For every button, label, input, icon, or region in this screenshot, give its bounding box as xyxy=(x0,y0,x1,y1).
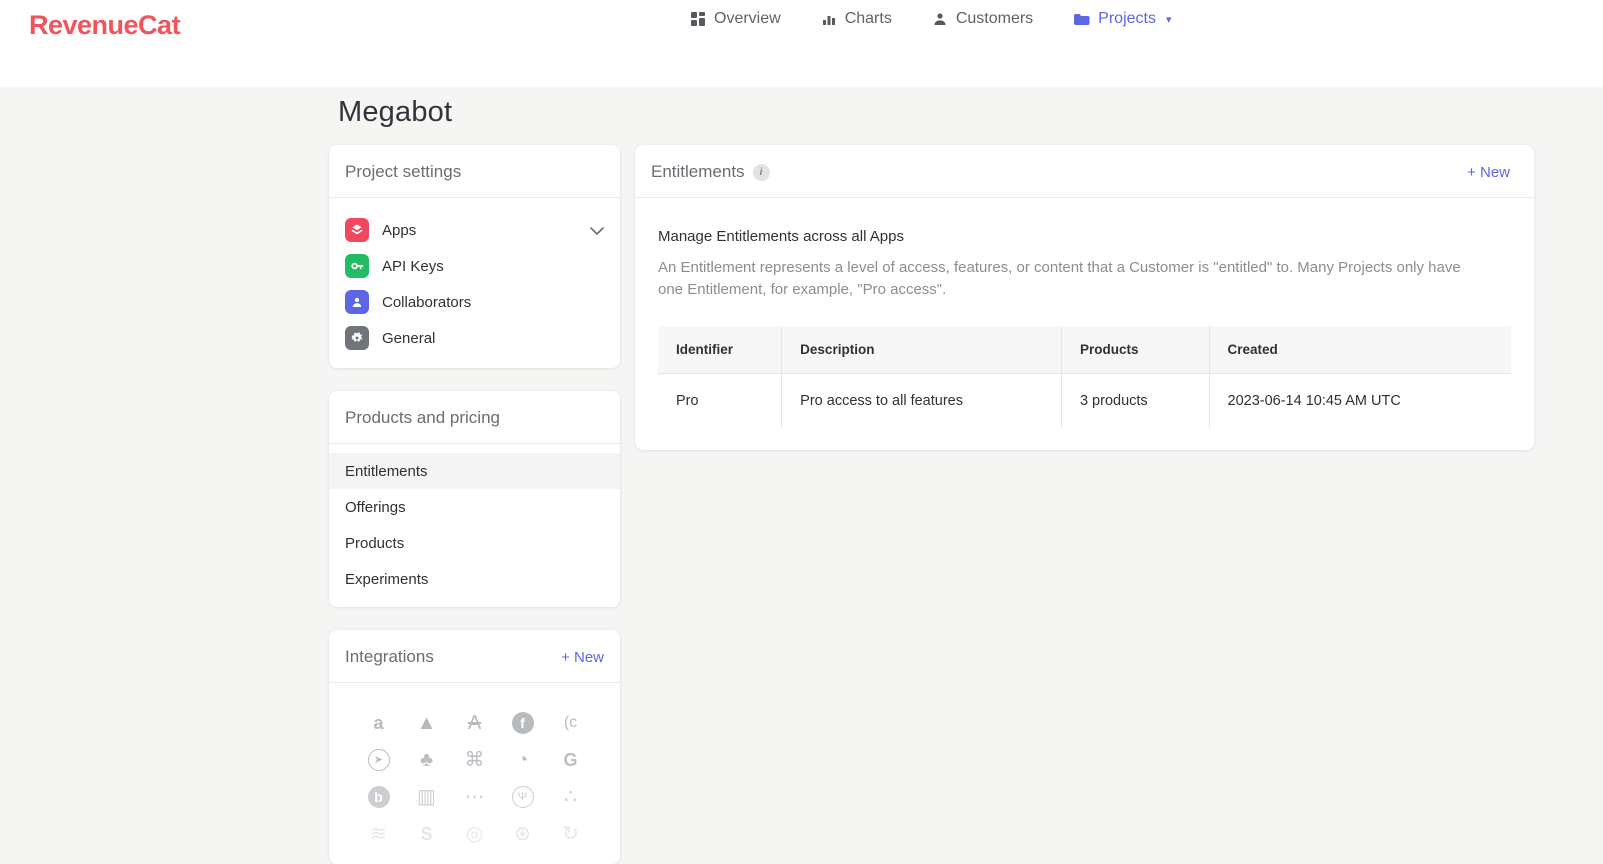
nav-customers-label: Customers xyxy=(955,10,1034,27)
project-settings-title: Project settings xyxy=(345,162,462,181)
integration-icon-intercom: ▥ xyxy=(417,786,436,808)
nav-overview[interactable]: Overview xyxy=(690,10,781,28)
entitlements-new-button[interactable]: + New xyxy=(1467,164,1518,181)
sidebar-item-apps[interactable]: Apps xyxy=(329,212,620,248)
integration-icon-branch: Ψ xyxy=(499,785,547,809)
entitlements-table: Identifier Description Products Created … xyxy=(658,325,1511,428)
integrations-card: Integrations + New a ▲ A f (c ➤ ♣ ⌘ ◔ G … xyxy=(329,630,620,864)
main-nav: Overview Charts Customers Projects ▾ xyxy=(690,10,1172,28)
table-header-row: Identifier Description Products Created xyxy=(658,325,1511,374)
integration-icon-adjust: A xyxy=(467,712,482,734)
integrations-new-button[interactable]: + New xyxy=(561,649,604,666)
caret-down-icon: ▾ xyxy=(1165,13,1172,26)
integration-icon-facebook: f xyxy=(499,711,547,735)
integration-icon-airship: ▲ xyxy=(416,712,437,734)
integration-icon-target: ◎ xyxy=(465,823,484,845)
chevron-down-icon[interactable] xyxy=(590,222,604,239)
nav-overview-label: Overview xyxy=(714,10,781,27)
integration-icon-spiral: ⊛ xyxy=(514,823,531,845)
nav-charts[interactable]: Charts xyxy=(821,10,892,28)
sidebar-item-general[interactable]: General xyxy=(329,320,620,356)
sidebar-item-offerings[interactable]: Offerings xyxy=(329,489,620,525)
entitlements-body: Manage Entitlements across all Apps An E… xyxy=(635,198,1534,450)
entitlements-description: An Entitlement represents a level of acc… xyxy=(658,259,1461,298)
integration-icon-onesignal: ◔ xyxy=(516,749,529,771)
integrations-grid: a ▲ A f (c ➤ ♣ ⌘ ◔ G b ▥ ⋯ Ψ ∴ ≋ S ◎ ⊛ ↻ xyxy=(329,683,620,846)
project-settings-list: Apps API Keys Collaborators General xyxy=(329,198,620,368)
sidebar-item-label: API Keys xyxy=(382,257,444,275)
top-header: RevenueCat Overview Charts Customers Pro… xyxy=(0,0,1603,87)
integration-icon-refresh: ↻ xyxy=(562,823,579,845)
products-pricing-card: Products and pricing Entitlements Offeri… xyxy=(329,391,620,607)
column-header-description: Description xyxy=(781,325,1062,374)
sidebar-item-label: Collaborators xyxy=(382,293,472,311)
integration-icon-molecule: ∴ xyxy=(564,786,577,808)
column-header-products: Products xyxy=(1060,325,1210,374)
project-settings-card: Project settings Apps API Keys Collabora… xyxy=(329,145,620,368)
nav-projects-label: Projects xyxy=(1098,10,1156,27)
nav-customers[interactable]: Customers xyxy=(932,10,1033,28)
entitlements-title: Entitlements xyxy=(651,162,745,181)
products-pricing-title: Products and pricing xyxy=(345,408,500,427)
cell-description: Pro access to all features xyxy=(781,373,1062,428)
entitlements-panel: Entitlements i + New Manage Entitlements… xyxy=(635,145,1534,450)
sidebar-item-collaborators[interactable]: Collaborators xyxy=(329,284,620,320)
bar-chart-icon xyxy=(821,11,837,27)
integration-icon-segment: S xyxy=(420,824,433,844)
integration-icon-braze: b xyxy=(355,785,403,809)
apps-icon xyxy=(345,218,369,242)
integration-icon-clevertap: (c xyxy=(563,714,578,731)
page-title: Megabot xyxy=(338,96,453,128)
cell-created: 2023-06-14 10:45 AM UTC xyxy=(1208,373,1511,428)
left-sidebar: Project settings Apps API Keys Collabora… xyxy=(329,145,620,864)
project-settings-header: Project settings xyxy=(329,145,620,198)
integration-icon-more-dots: ⋯ xyxy=(464,786,485,808)
integrations-title: Integrations xyxy=(345,647,434,666)
sidebar-item-label: Apps xyxy=(382,221,417,239)
entitlements-subtitle: Manage Entitlements across all Apps xyxy=(658,228,904,245)
folder-icon xyxy=(1073,12,1090,27)
info-icon[interactable]: i xyxy=(752,163,770,181)
revenuecat-logo[interactable]: RevenueCat xyxy=(29,10,181,41)
column-header-created: Created xyxy=(1208,325,1511,374)
column-header-identifier: Identifier xyxy=(658,325,782,374)
integration-icon-google: G xyxy=(563,750,578,770)
integration-icon-appsflyer: ➤ xyxy=(355,748,403,772)
person-icon xyxy=(932,11,948,27)
integration-icon-apple: ⌘ xyxy=(464,749,485,771)
sidebar-item-entitlements[interactable]: Entitlements xyxy=(329,453,620,489)
cell-products: 3 products xyxy=(1060,373,1210,428)
integrations-header: Integrations + New xyxy=(329,630,620,683)
products-pricing-list: Entitlements Offerings Products Experime… xyxy=(329,444,620,607)
products-pricing-header: Products and pricing xyxy=(329,391,620,444)
page-content: Megabot Project settings Apps API Keys C… xyxy=(329,87,1534,864)
collaborators-icon xyxy=(345,290,369,314)
sidebar-item-api-keys[interactable]: API Keys xyxy=(329,248,620,284)
table-row[interactable]: Pro Pro access to all features 3 product… xyxy=(658,373,1511,428)
nav-charts-label: Charts xyxy=(844,10,892,27)
integration-icon-waves: ≋ xyxy=(370,823,387,845)
grid-icon xyxy=(690,11,706,27)
integration-icon-amazon: a xyxy=(373,713,384,733)
sidebar-item-experiments[interactable]: Experiments xyxy=(329,561,620,597)
nav-projects[interactable]: Projects ▾ xyxy=(1073,10,1172,28)
entitlements-panel-header: Entitlements i + New xyxy=(635,145,1534,198)
cell-identifier: Pro xyxy=(676,392,699,409)
integration-icon-mparticle: ♣ xyxy=(419,749,434,771)
sidebar-item-products[interactable]: Products xyxy=(329,525,620,561)
gear-icon xyxy=(345,326,369,350)
sidebar-item-label: General xyxy=(382,329,436,347)
key-icon xyxy=(345,254,369,278)
